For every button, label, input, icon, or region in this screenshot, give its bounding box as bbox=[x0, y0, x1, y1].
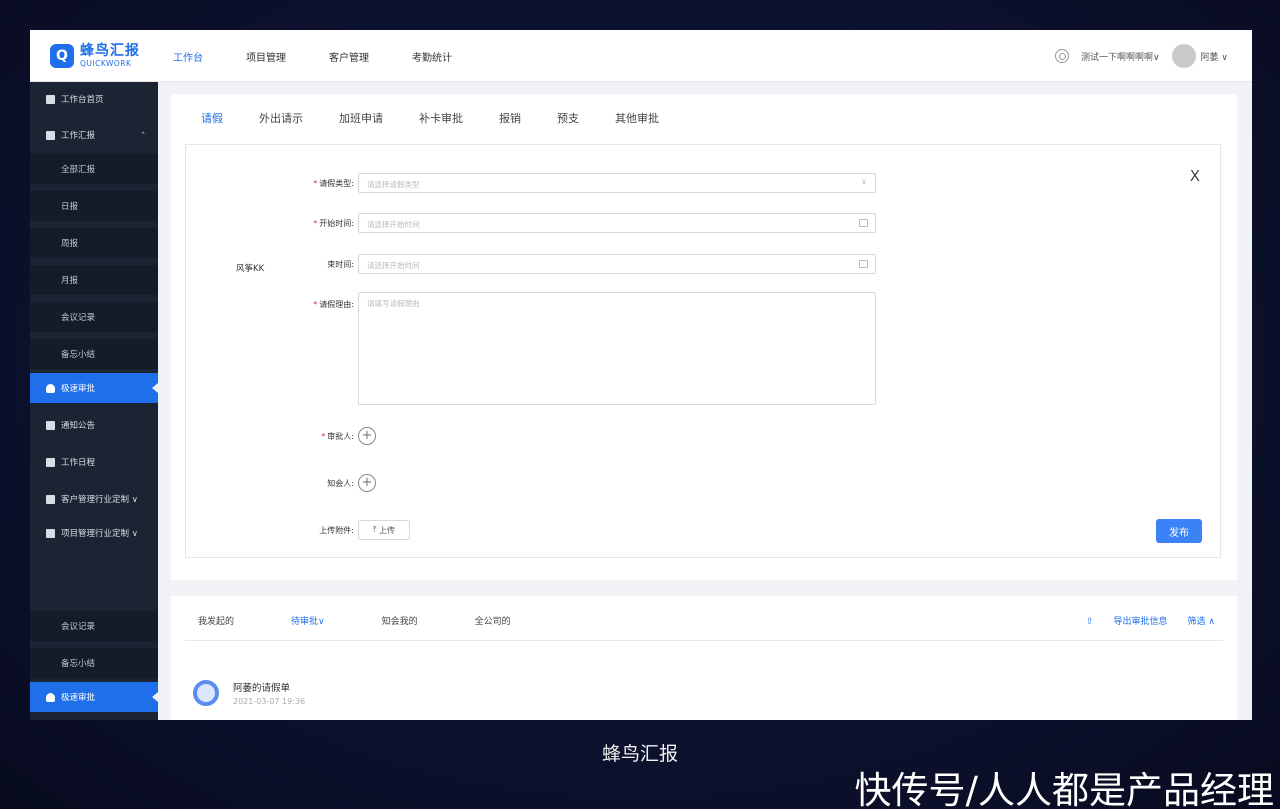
topnav-customer[interactable]: 客户管理 bbox=[329, 49, 369, 64]
avatar bbox=[193, 680, 219, 706]
sidebar-item-notice[interactable]: 通知公告 bbox=[30, 410, 158, 440]
user-menu[interactable]: 阿萎 ∨ bbox=[1201, 50, 1228, 63]
chevron-up-icon: ⌃ bbox=[140, 131, 146, 139]
end-time-picker[interactable]: 请选择开始时间 bbox=[358, 254, 876, 274]
sidebar-item-fast-approval-2[interactable]: 极速审批 bbox=[30, 682, 158, 712]
close-icon[interactable]: X bbox=[1190, 167, 1200, 185]
cc-label: 知会人: bbox=[327, 479, 354, 488]
avatar[interactable] bbox=[1171, 44, 1196, 68]
filter-button[interactable]: 筛选 ∧ bbox=[1188, 614, 1215, 627]
divider bbox=[185, 640, 1223, 641]
sidebar-item-fast-approval[interactable]: 极速审批 bbox=[30, 373, 158, 403]
tab-overtime[interactable]: 加班申请 bbox=[339, 110, 383, 126]
export-button[interactable]: ⇧ 导出审批信息 bbox=[1066, 614, 1168, 627]
approval-panel: 请假 外出请示 加班申请 补卡审批 报销 预支 其他审批 X * 请假类型: 请选… bbox=[171, 94, 1237, 580]
sidebar-item-meeting[interactable]: 会议记录 bbox=[30, 302, 158, 332]
reason-textarea[interactable]: 请填写请假理由 bbox=[358, 292, 876, 405]
start-time-label: * 开始时间: bbox=[313, 219, 354, 228]
top-right-area: 测试一下啊啊啊啊∨ 阿萎 ∨ bbox=[1054, 30, 1228, 82]
list-item[interactable]: 阿萎的请假单 2021-03-07 19:36 bbox=[193, 680, 305, 706]
add-cc-button[interactable]: + bbox=[358, 474, 376, 492]
sidebar-item-workbench-home[interactable]: 工作台首页 bbox=[30, 84, 158, 114]
watermark-text: 快传号/人人都是产品经理 bbox=[854, 769, 1274, 809]
sidebar-item-customer-custom[interactable]: 客户管理行业定制 ∨ bbox=[30, 484, 158, 514]
start-time-picker[interactable]: 请选择开始时间 bbox=[358, 213, 876, 233]
topnav-attendance[interactable]: 考勤统计 bbox=[412, 49, 452, 64]
calendar-icon bbox=[859, 260, 868, 268]
list-tabs: 我发起的 待审批∨ 知会我的 全公司的 bbox=[198, 614, 568, 627]
sidebar-item-project-custom[interactable]: 项目管理行业定制 ∨ bbox=[30, 518, 158, 548]
user-icon bbox=[46, 383, 55, 393]
tab-initiated[interactable]: 我发起的 bbox=[198, 614, 234, 627]
top-navbar: Q 蜂鸟汇报 QUICKWORK 工作台 项目管理 客户管理 考勤统计 测试一下… bbox=[30, 30, 1252, 82]
sidebar-item-all-reports[interactable]: 全部汇报 bbox=[30, 154, 158, 184]
approver-label: * 审批人: bbox=[321, 432, 354, 441]
tab-other[interactable]: 其他审批 bbox=[615, 110, 659, 126]
chevron-down-icon: ∨ bbox=[861, 177, 867, 186]
calendar-icon bbox=[46, 457, 55, 467]
tab-leave[interactable]: 请假 bbox=[201, 110, 223, 126]
tab-company[interactable]: 全公司的 bbox=[475, 614, 511, 627]
logo-icon: Q bbox=[50, 44, 74, 68]
company-switcher[interactable]: 测试一下啊啊啊啊∨ bbox=[1081, 50, 1160, 63]
list-actions: ⇧ 导出审批信息 筛选 ∧ bbox=[1046, 614, 1215, 627]
tab-reimburse[interactable]: 报销 bbox=[499, 110, 521, 126]
approval-list-panel: 我发起的 待审批∨ 知会我的 全公司的 ⇧ 导出审批信息 筛选 ∧ 阿萎的请假单 … bbox=[171, 596, 1237, 720]
upload-button[interactable]: ⤒ 上传 bbox=[358, 520, 410, 540]
tab-pending[interactable]: 待审批∨ bbox=[291, 614, 325, 627]
sidebar-item-meeting-2[interactable]: 会议记录 bbox=[30, 611, 158, 641]
leave-type-select[interactable]: 请选择请假类型 ∨ bbox=[358, 173, 876, 193]
sidebar-item-daily[interactable]: 日报 bbox=[30, 191, 158, 221]
logo-text-cn: 蜂鸟汇报 bbox=[80, 43, 140, 60]
gear-icon[interactable] bbox=[1054, 49, 1069, 63]
sidebar-item-memo[interactable]: 备忘小结 bbox=[30, 339, 158, 369]
export-icon: ⇧ bbox=[1085, 617, 1094, 627]
list-item-title: 阿萎的请假单 bbox=[233, 683, 291, 694]
leave-type-label: * 请假类型: bbox=[313, 179, 354, 188]
tab-cc-me[interactable]: 知会我的 bbox=[382, 614, 418, 627]
users-icon bbox=[46, 494, 55, 504]
sidebar-item-weekly[interactable]: 周报 bbox=[30, 228, 158, 258]
attachment-label: 上传附件: bbox=[319, 526, 354, 535]
reason-label: * 请假理由: bbox=[313, 300, 354, 309]
grid-icon bbox=[46, 94, 55, 104]
add-approver-button[interactable]: + bbox=[358, 427, 376, 445]
leave-form: X * 请假类型: 请选择请假类型 ∨ * 开始时间: 请选择开始时间 束时间: 请… bbox=[185, 144, 1221, 558]
list-item-time: 2021-03-07 19:36 bbox=[233, 697, 306, 706]
approval-tabs: 请假 外出请示 加班申请 补卡审批 报销 预支 其他审批 bbox=[201, 110, 695, 126]
active-indicator bbox=[152, 692, 158, 702]
speaker-icon bbox=[46, 420, 55, 430]
logo-text-en: QUICKWORK bbox=[80, 59, 132, 69]
folder-icon bbox=[46, 528, 55, 538]
topnav-project[interactable]: 项目管理 bbox=[246, 49, 286, 64]
top-nav: 工作台 项目管理 客户管理 考勤统计 bbox=[173, 30, 495, 82]
sidebar-item-work-report[interactable]: 工作汇报 ⌃ bbox=[30, 120, 158, 150]
user-tooltip: 风筝KK bbox=[230, 259, 320, 275]
tab-outing[interactable]: 外出请示 bbox=[259, 110, 303, 126]
calendar-icon bbox=[859, 219, 868, 227]
sidebar-item-monthly[interactable]: 月报 bbox=[30, 265, 158, 295]
app-window: Q 蜂鸟汇报 QUICKWORK 工作台 项目管理 客户管理 考勤统计 测试一下… bbox=[30, 30, 1252, 720]
app-logo[interactable]: Q 蜂鸟汇报 QUICKWORK bbox=[50, 44, 140, 68]
user-icon bbox=[46, 692, 55, 702]
tab-punch-fix[interactable]: 补卡审批 bbox=[419, 110, 463, 126]
topnav-workbench[interactable]: 工作台 bbox=[173, 49, 203, 64]
sidebar-item-schedule[interactable]: 工作日程 bbox=[30, 447, 158, 477]
publish-button[interactable]: 发布 bbox=[1156, 519, 1202, 543]
active-indicator bbox=[152, 383, 158, 393]
microphone-icon bbox=[46, 130, 55, 140]
sidebar-item-memo-2[interactable]: 备忘小结 bbox=[30, 648, 158, 678]
tab-advance[interactable]: 预支 bbox=[557, 110, 579, 126]
sidebar: 工作台首页 工作汇报 ⌃ 全部汇报 日报 周报 月报 会议记录 备忘小结 极速审… bbox=[30, 82, 158, 720]
